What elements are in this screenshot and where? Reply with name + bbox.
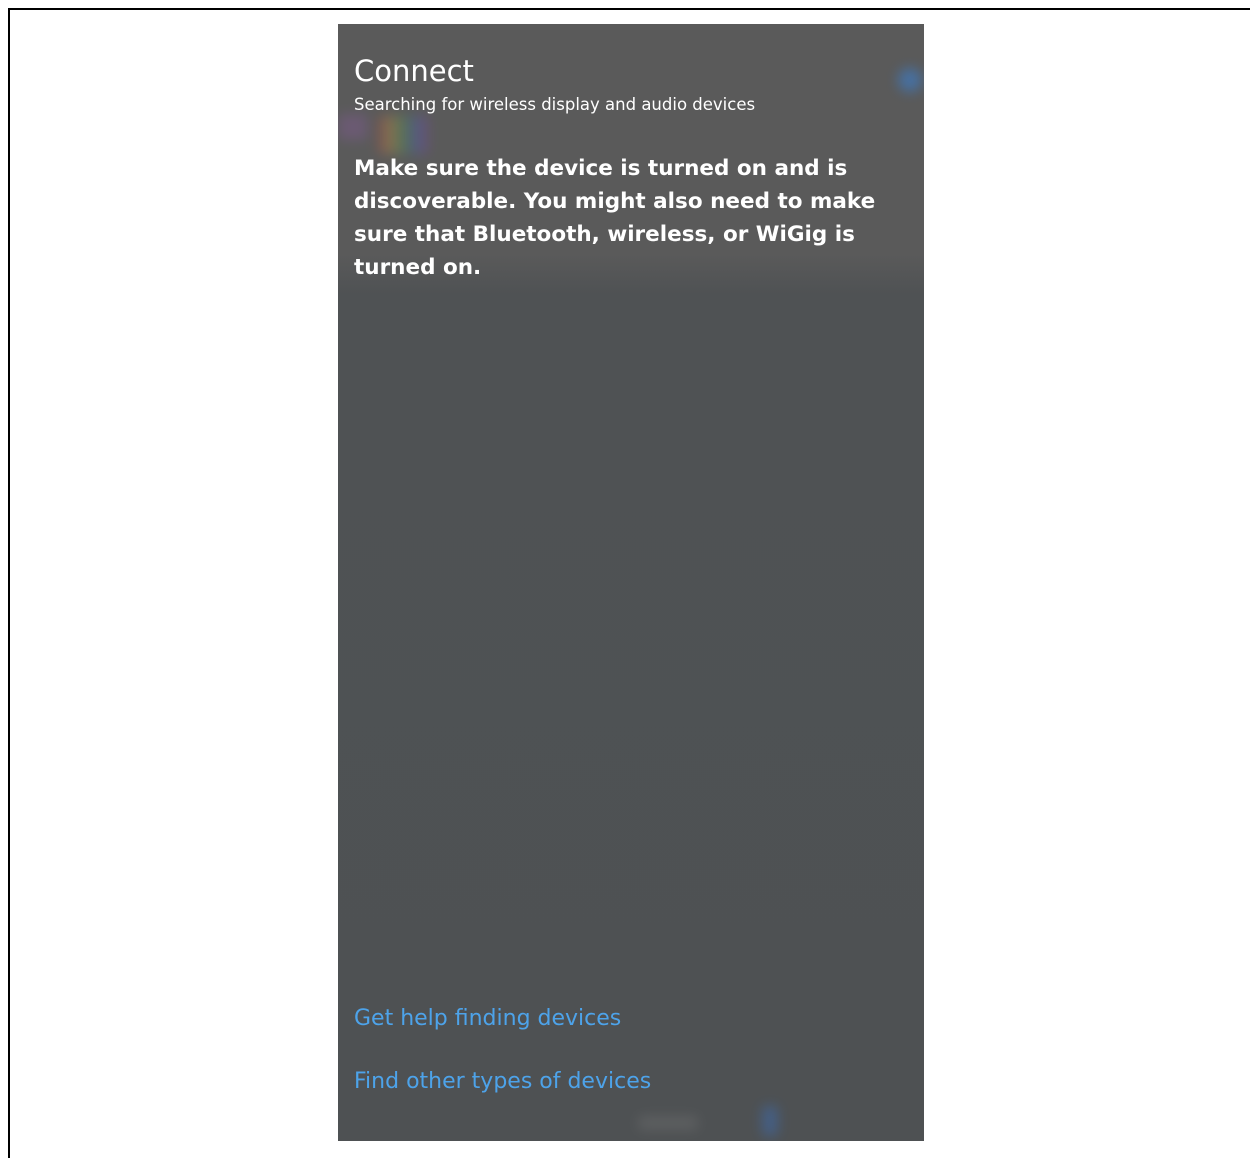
connect-panel: Connect Searching for wireless display a… <box>338 24 924 1141</box>
background-blur-artifact <box>638 1116 698 1130</box>
discoverability-message: Make sure the device is turned on and is… <box>354 156 876 280</box>
find-other-device-types-link[interactable]: Find other types of devices <box>354 1069 651 1094</box>
get-help-finding-devices-link[interactable]: Get help finding devices <box>354 1006 621 1031</box>
panel-title: Connect <box>354 54 474 88</box>
background-blur-artifact <box>378 116 428 154</box>
background-blur-artifact <box>898 68 922 92</box>
panel-subtitle: Searching for wireless display and audio… <box>354 95 756 114</box>
background-blur-artifact <box>338 114 368 140</box>
background-blur-artifact <box>762 1106 778 1136</box>
